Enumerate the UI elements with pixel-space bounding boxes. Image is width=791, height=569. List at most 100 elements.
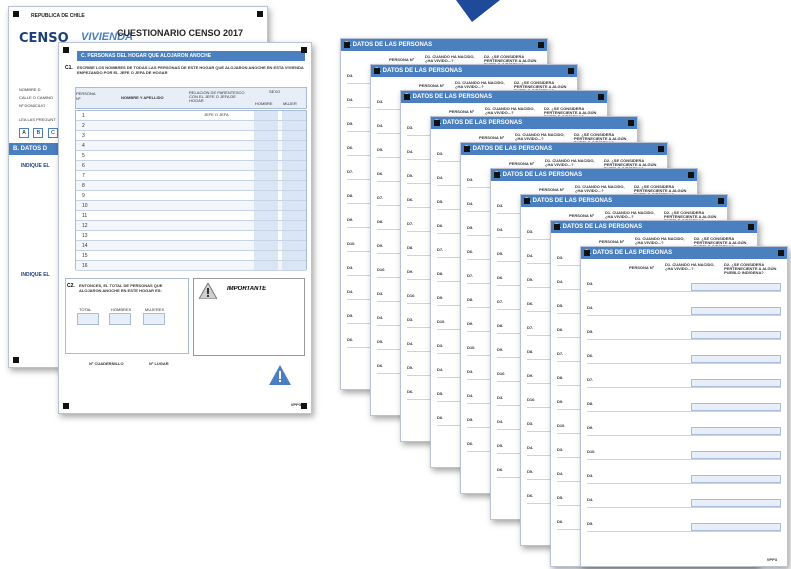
female-checkbox[interactable] bbox=[282, 131, 306, 140]
male-checkbox[interactable] bbox=[254, 141, 278, 150]
female-total-input[interactable] bbox=[143, 313, 165, 325]
table-row[interactable]: 13 bbox=[76, 231, 306, 241]
table-row[interactable]: 10 bbox=[76, 201, 306, 211]
female-checkbox[interactable] bbox=[282, 221, 306, 230]
question-code: D4. bbox=[467, 393, 474, 398]
registration-mark bbox=[688, 172, 694, 178]
female-checkbox[interactable] bbox=[282, 261, 306, 270]
female-checkbox[interactable] bbox=[282, 161, 306, 170]
question-code: D5. bbox=[587, 521, 594, 526]
male-total-input[interactable] bbox=[109, 313, 131, 325]
answer-box[interactable] bbox=[691, 379, 781, 387]
table-row[interactable]: 1 bbox=[76, 111, 306, 121]
question-code: D5. bbox=[527, 469, 534, 474]
answer-line bbox=[587, 435, 781, 436]
female-checkbox[interactable] bbox=[282, 141, 306, 150]
question-code: D4. bbox=[527, 445, 534, 450]
question-code: D6. bbox=[347, 337, 354, 342]
question-code: D10. bbox=[467, 345, 476, 350]
question-code: D4. bbox=[437, 175, 444, 180]
col-sex: SEXO bbox=[269, 89, 281, 94]
male-checkbox[interactable] bbox=[254, 171, 278, 180]
question-code: D4. bbox=[587, 305, 594, 310]
question-d1: D1. CUANDO HA NACIDO, ¿HA VIVIDO...? bbox=[605, 211, 655, 219]
answer-box[interactable] bbox=[691, 331, 781, 339]
answer-box[interactable] bbox=[691, 427, 781, 435]
question-code: D9. bbox=[407, 269, 414, 274]
table-row[interactable]: 14 bbox=[76, 241, 306, 251]
female-checkbox[interactable] bbox=[282, 111, 306, 120]
table-row[interactable]: 12 bbox=[76, 221, 306, 231]
table-row[interactable]: 16 bbox=[76, 261, 306, 271]
question-code: D5. bbox=[407, 173, 414, 178]
female-checkbox[interactable] bbox=[282, 231, 306, 240]
answer-box[interactable] bbox=[691, 523, 781, 531]
male-checkbox[interactable] bbox=[254, 241, 278, 250]
male-checkbox[interactable] bbox=[254, 151, 278, 160]
answer-line bbox=[587, 315, 781, 316]
male-checkbox[interactable] bbox=[254, 221, 278, 230]
female-checkbox[interactable] bbox=[282, 121, 306, 130]
table-row[interactable]: 5 bbox=[76, 151, 306, 161]
answer-box[interactable] bbox=[691, 451, 781, 459]
male-checkbox[interactable] bbox=[254, 121, 278, 130]
male-checkbox[interactable] bbox=[254, 181, 278, 190]
male-checkbox[interactable] bbox=[254, 201, 278, 210]
female-checkbox[interactable] bbox=[282, 201, 306, 210]
table-row[interactable]: 6 bbox=[76, 161, 306, 171]
male-checkbox[interactable] bbox=[254, 251, 278, 260]
person-number-label: PERSONA Nº bbox=[539, 187, 565, 192]
questionnaire-title: CUESTIONARIO CENSO 2017 bbox=[117, 28, 244, 38]
question-code: D10. bbox=[497, 371, 506, 376]
table-row[interactable]: 15 bbox=[76, 251, 306, 261]
female-checkbox[interactable] bbox=[282, 171, 306, 180]
table-row[interactable]: 8 bbox=[76, 181, 306, 191]
answer-box[interactable] bbox=[691, 355, 781, 363]
female-checkbox[interactable] bbox=[282, 191, 306, 200]
question-code: D4. bbox=[497, 419, 504, 424]
total-input[interactable] bbox=[77, 313, 99, 325]
question-code: D3. bbox=[557, 447, 564, 452]
question-code: D3. bbox=[467, 369, 474, 374]
male-checkbox[interactable] bbox=[254, 111, 278, 120]
female-checkbox[interactable] bbox=[282, 211, 306, 220]
male-checkbox[interactable] bbox=[254, 211, 278, 220]
table-row[interactable]: 11 bbox=[76, 211, 306, 221]
female-checkbox[interactable] bbox=[282, 151, 306, 160]
table-row[interactable]: 9 bbox=[76, 191, 306, 201]
side-label-4: LEA LAS PREGUNT bbox=[19, 117, 56, 122]
answer-box[interactable] bbox=[691, 475, 781, 483]
table-row[interactable]: 7 bbox=[76, 171, 306, 181]
male-checkbox[interactable] bbox=[254, 261, 278, 270]
answer-box[interactable] bbox=[691, 307, 781, 315]
question-code: D3. bbox=[527, 229, 534, 234]
answer-box[interactable] bbox=[691, 499, 781, 507]
blue-wedge-graphic bbox=[456, 0, 500, 22]
row-number: 9 bbox=[82, 193, 85, 199]
table-row[interactable]: 4 bbox=[76, 141, 306, 151]
answer-line bbox=[587, 411, 781, 412]
person-number-label: PERSONA Nº bbox=[479, 135, 505, 140]
answer-box[interactable] bbox=[691, 283, 781, 291]
row-number: 1 bbox=[82, 113, 85, 119]
female-checkbox[interactable] bbox=[282, 251, 306, 260]
registration-mark bbox=[257, 11, 263, 17]
male-checkbox[interactable] bbox=[254, 131, 278, 140]
registration-mark bbox=[344, 42, 350, 48]
question-code: D6. bbox=[467, 441, 474, 446]
table-row[interactable]: 3 bbox=[76, 131, 306, 141]
question-code: D5. bbox=[497, 251, 504, 256]
table-row[interactable]: 2 bbox=[76, 121, 306, 131]
answer-box[interactable] bbox=[691, 403, 781, 411]
female-checkbox[interactable] bbox=[282, 241, 306, 250]
country-label: REPÚBLICA DE CHILE bbox=[31, 13, 85, 19]
question-code: D4. bbox=[377, 123, 384, 128]
male-checkbox[interactable] bbox=[254, 161, 278, 170]
male-checkbox[interactable] bbox=[254, 231, 278, 240]
female-checkbox[interactable] bbox=[282, 181, 306, 190]
registration-mark bbox=[748, 224, 754, 230]
male-checkbox[interactable] bbox=[254, 191, 278, 200]
front-section-bar: C. PERSONAS DEL HOGAR QUE ALOJARON ANOCH… bbox=[77, 51, 305, 61]
sheet-section-bar: D. DATOS DE LAS PERSONAS bbox=[551, 221, 757, 233]
question-code: D10. bbox=[407, 293, 416, 298]
